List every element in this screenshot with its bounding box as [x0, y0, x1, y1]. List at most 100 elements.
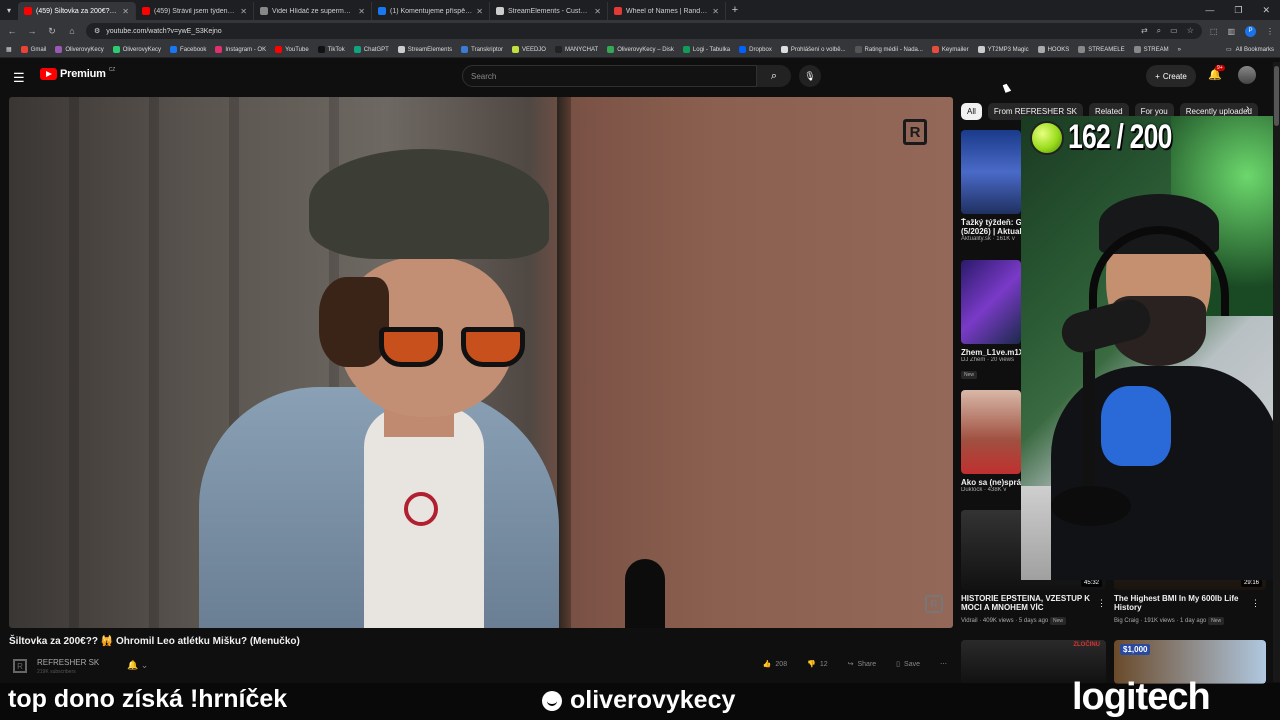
recommendation-item[interactable]: Ťažký týždeň: Go (5/2026) | Aktuali Aktu… — [961, 130, 1021, 242]
profile-avatar[interactable]: P — [1245, 25, 1256, 37]
dislike-button[interactable]: 👎 12 — [801, 658, 834, 670]
bookmark-item[interactable]: ChatGPT — [353, 46, 389, 53]
bookmark-item[interactable]: StreamElements — [397, 46, 452, 53]
site-info-icon[interactable]: ⚙ — [94, 27, 100, 35]
dislike-count: 12 — [819, 660, 828, 668]
save-button[interactable]: ▯ Save — [890, 658, 926, 670]
bookmark-star-icon[interactable]: ☆ — [1187, 26, 1194, 36]
share-button[interactable]: ↪ Share — [842, 658, 883, 670]
forward-icon[interactable]: → — [26, 26, 38, 36]
more-bookmarks-icon[interactable]: » — [1178, 47, 1181, 53]
tab-close-icon[interactable]: ✕ — [712, 7, 719, 16]
browser-tab[interactable]: StreamElements - Custom com✕ — [490, 2, 608, 20]
bookmark-item[interactable]: YT2MP3 Magic — [977, 46, 1029, 53]
browser-tab[interactable]: (459) Strávil jsem týden na Ukr ✕ — [136, 2, 254, 20]
tab-search-icon[interactable]: ▾ — [0, 0, 18, 20]
bookmark-favicon-icon — [317, 46, 325, 53]
sidepanel-icon[interactable]: ▥ — [1227, 27, 1235, 36]
video-thumbnail[interactable] — [961, 390, 1021, 474]
bookmark-label: OliverovyKecy — [65, 46, 104, 53]
bookmark-item[interactable]: Keymailer — [931, 46, 969, 53]
new-tab-button[interactable]: + — [726, 4, 744, 16]
video-player[interactable]: R R — [9, 97, 953, 628]
rec-meta: DJ Zhem · 20 views — [961, 357, 1015, 363]
bookmark-item[interactable]: Logi - Tabulka — [682, 46, 730, 53]
filter-chip[interactable]: All — [961, 102, 982, 120]
more-options-icon[interactable]: ⋮ — [1097, 598, 1106, 609]
home-icon[interactable]: ⌂ — [66, 26, 78, 36]
video-thumbnail[interactable] — [961, 130, 1021, 214]
bookmark-item[interactable]: Rating médií - Nada... — [854, 46, 923, 53]
tab-close-icon[interactable]: ✕ — [240, 7, 247, 16]
bookmark-item[interactable]: STREAM — [1133, 46, 1169, 53]
cast-icon[interactable]: ▭ — [1170, 26, 1178, 36]
voice-search-button[interactable]: 🎙 — [799, 65, 821, 87]
reload-icon[interactable]: ↻ — [46, 26, 58, 37]
tab-close-icon[interactable]: ✕ — [122, 7, 129, 16]
bookmark-item[interactable]: YouTube — [275, 46, 309, 53]
channel-name[interactable]: REFRESHER SK — [37, 658, 99, 667]
bookmark-item[interactable]: VEEDJO — [511, 46, 546, 53]
bookmark-item[interactable]: Transkriptor — [461, 46, 503, 53]
recommendation-item[interactable]: Zhem_L1ve.m1X DJ Zhem · 20 views New — [961, 260, 1021, 381]
tab-title: (459) Strávil jsem týden na Ukr — [154, 7, 236, 15]
more-actions-icon[interactable]: ⋯ — [934, 658, 953, 670]
browser-tab[interactable]: (459) Šiltovka za 200€?? 🙀 ✕ — [18, 2, 136, 20]
bookmark-item[interactable]: Dropbox — [739, 46, 772, 53]
close-window-icon[interactable]: ✕ — [1262, 5, 1270, 16]
chevron-right-icon[interactable]: › — [1246, 103, 1249, 114]
bookmark-item[interactable]: Instagram - OK — [215, 46, 266, 53]
rec-title-line2: (5/2026) | Aktuali — [961, 227, 1021, 236]
menu-icon[interactable]: ☰ — [13, 70, 25, 86]
overlay-channel-name: oliverovykecy — [570, 686, 736, 714]
bookmark-item[interactable]: TikTok — [317, 46, 345, 53]
bookmark-item[interactable]: Gmail — [20, 46, 46, 53]
scrollbar-thumb[interactable] — [1274, 66, 1279, 126]
tab-favicon-icon — [142, 7, 150, 15]
like-button[interactable]: 👍 208 — [757, 658, 793, 670]
rec-meta-row: Vidrail · 409K views · 5 days ago New — [961, 615, 1106, 625]
channel-avatar[interactable]: R — [13, 659, 27, 673]
search-button[interactable]: ⌕ — [757, 65, 791, 87]
browser-menu-icon[interactable]: ⋮ — [1266, 27, 1274, 36]
browser-tab-strip: ▾ (459) Šiltovka za 200€?? 🙀 ✕ (459) Stráv… — [0, 0, 1280, 20]
zoom-icon[interactable]: ⌕ — [1157, 26, 1161, 36]
minimize-icon[interactable]: — — [1205, 5, 1214, 16]
create-button[interactable]: + Create — [1146, 65, 1196, 87]
youtube-premium-logo[interactable]: Premium CZ — [40, 67, 115, 80]
page-scrollbar[interactable] — [1273, 62, 1280, 682]
bookmark-label: Rating médií - Nada... — [864, 46, 923, 53]
address-bar[interactable]: ⚙ youtube.com/watch?v=ywE_S3Kejno ⇄ ⌕ ▭ … — [86, 23, 1202, 39]
browser-tab[interactable]: Wheel of Names | Random nam✕ — [608, 2, 726, 20]
all-bookmarks[interactable]: ▭ All Bookmarks — [1226, 46, 1274, 54]
apps-icon[interactable]: ▦ — [6, 46, 12, 53]
video-thumbnail[interactable] — [961, 260, 1021, 344]
bookmark-item[interactable]: HOOKS — [1037, 46, 1069, 53]
tab-close-icon[interactable]: ✕ — [358, 7, 365, 16]
bookmark-item[interactable]: STREAMELE — [1078, 46, 1125, 53]
notifications-button[interactable]: 🔔 9+ — [1208, 65, 1225, 81]
bookmark-favicon-icon — [607, 46, 615, 53]
bookmark-item[interactable]: OliverovyKecy — [112, 46, 161, 53]
bookmark-item[interactable]: Facebook — [170, 46, 206, 53]
tab-close-icon[interactable]: ✕ — [594, 7, 601, 16]
recommendation-item[interactable]: Ako sa (ne)správ Duklock · 438K v — [961, 390, 1021, 493]
tab-close-icon[interactable]: ✕ — [476, 7, 483, 16]
browser-tab[interactable]: Videi Hlídač ze supermarketu ✕ — [254, 2, 372, 20]
back-icon[interactable]: ← — [6, 26, 18, 36]
subscribe-bell-icon[interactable]: 🔔 ⌄ — [127, 660, 148, 671]
maximize-icon[interactable]: ❐ — [1234, 5, 1242, 16]
translate-icon[interactable]: ⇄ — [1141, 26, 1148, 36]
bookmark-item[interactable]: MANYCHAT — [554, 46, 598, 53]
more-options-icon[interactable]: ⋮ — [1251, 598, 1260, 609]
bookmark-item[interactable]: OliverovyKecy – Disk — [607, 46, 674, 53]
bookmark-item[interactable]: Prohlášení o volbě... — [780, 46, 846, 53]
browser-tab[interactable]: (1) Komentujeme příspěvky do✕ — [372, 2, 490, 20]
channel-watermark-icon[interactable]: R — [925, 595, 943, 613]
search-input[interactable]: Search — [462, 65, 757, 87]
extensions-icon[interactable]: ⬚ — [1210, 27, 1218, 36]
bookmark-item[interactable]: OliverovyKecy — [55, 46, 104, 53]
microphone-shape — [625, 559, 665, 628]
new-badge: New — [961, 371, 978, 379]
account-avatar[interactable] — [1238, 66, 1256, 84]
